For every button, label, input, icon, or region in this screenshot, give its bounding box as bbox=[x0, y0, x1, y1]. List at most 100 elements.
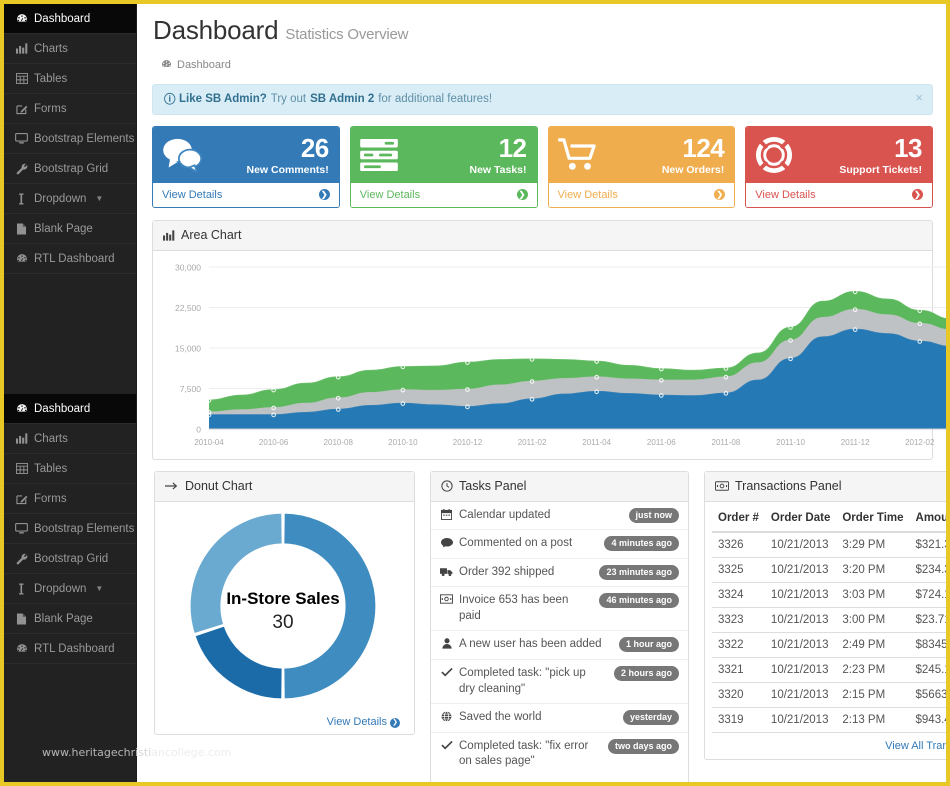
stat-panel-new-comments[interactable]: 26 New Comments! View Details ❯ bbox=[152, 125, 340, 208]
desktop-icon bbox=[15, 133, 28, 144]
stat-panel-body: 12 New Tasks! bbox=[350, 126, 537, 183]
svg-text:2011-02: 2011-02 bbox=[518, 438, 547, 447]
page-header: Dashboard Statistics Overview Dashboard bbox=[150, 4, 935, 84]
sidebar-item-label: Bootstrap Elements bbox=[34, 522, 135, 535]
sidebar-item-dropdown[interactable]: Dropdown ▼ bbox=[4, 574, 136, 604]
table-cell: 3:20 PM bbox=[836, 557, 910, 583]
table-row[interactable]: 332510/21/20133:20 PM$234.34 bbox=[712, 557, 946, 583]
sidebar-item-label: Blank Page bbox=[34, 222, 93, 235]
sidebar-item-label: Forms bbox=[34, 102, 67, 115]
sidebar-item-bootstrap-elements[interactable]: Bootstrap Elements bbox=[4, 124, 136, 154]
stat-panel-new-tasks[interactable]: 12 New Tasks! View Details ❯ bbox=[349, 125, 538, 208]
transactions-view-all-link[interactable]: View All Transactions❯ bbox=[705, 733, 946, 759]
task-time-badge: 2 hours ago bbox=[613, 665, 679, 681]
area-chart-panel-header: Area Chart bbox=[153, 220, 932, 251]
list-icon bbox=[15, 583, 28, 595]
sidebar-item-charts[interactable]: Charts bbox=[4, 424, 136, 454]
donut-chart-svg[interactable]: In-Store Sales 30 bbox=[161, 506, 406, 711]
table-row[interactable]: 332010/21/20132:15 PM$5663.54 bbox=[712, 682, 946, 708]
table-cell: 10/21/2013 bbox=[764, 682, 837, 708]
breadcrumb-label: Dashboard bbox=[177, 59, 231, 72]
sidebar-item-tables[interactable]: Tables bbox=[4, 454, 136, 484]
task-label: A new user has been added bbox=[459, 638, 602, 651]
sidebar-item-blank-page[interactable]: Blank Page bbox=[4, 214, 136, 244]
list-item[interactable]: Calendar updated just now bbox=[431, 502, 688, 531]
list-item[interactable]: Commented on a post 4 minutes ago bbox=[431, 530, 688, 559]
table-column-header: Amount (USD) bbox=[909, 504, 946, 533]
list-item[interactable]: Order 392 shipped 23 minutes ago bbox=[431, 559, 688, 588]
area-chart-svg[interactable]: 0 7,500 15,000 22,500 30,000 2010-04 2010-06 20… bbox=[157, 257, 946, 455]
sidebar-item-dashboard[interactable]: Dashboard bbox=[4, 4, 136, 34]
stat-panel-value-block: 13 Support Tickets! bbox=[801, 135, 922, 176]
list-item[interactable]: Completed task: "fix error on sales page… bbox=[431, 733, 688, 776]
dashboard-icon bbox=[15, 643, 28, 655]
close-icon[interactable]: × bbox=[915, 91, 923, 104]
table-cell: $724.17 bbox=[909, 582, 946, 608]
sidebar-item-label: Bootstrap Grid bbox=[34, 552, 109, 565]
check-icon bbox=[440, 739, 453, 750]
task-label: Order 392 shipped bbox=[459, 565, 555, 578]
svg-text:2012-02: 2012-02 bbox=[905, 438, 935, 447]
donut-column: Donut Chart In-Store Sales 30 View Detail… bbox=[152, 470, 417, 782]
stat-panel-count: 13 bbox=[894, 132, 922, 163]
stat-panel-footer[interactable]: View Details ❯ bbox=[153, 182, 339, 207]
sidebar-item-bootstrap-grid[interactable]: Bootstrap Grid bbox=[4, 544, 136, 574]
sidebar-item-bootstrap-elements[interactable]: Bootstrap Elements bbox=[4, 514, 136, 544]
table-row[interactable]: 332210/21/20132:49 PM$8345.23 bbox=[712, 632, 946, 658]
chevron-down-icon[interactable]: ▼ bbox=[95, 584, 103, 593]
check-icon bbox=[440, 666, 453, 677]
svg-text:30: 30 bbox=[272, 612, 293, 633]
edit-icon bbox=[15, 493, 28, 505]
stat-panel-footer[interactable]: View Details ❯ bbox=[548, 182, 735, 207]
svg-text:2011-08: 2011-08 bbox=[712, 438, 741, 447]
tasks-view-all-link[interactable]: View All Activity❯ bbox=[431, 776, 688, 782]
sidebar-item-rtl-dashboard[interactable]: RTL Dashboard bbox=[4, 244, 136, 274]
breadcrumb[interactable]: Dashboard bbox=[153, 59, 932, 72]
task-label: Commented on a post bbox=[459, 537, 573, 550]
sidebar-item-dropdown[interactable]: Dropdown ▼ bbox=[4, 184, 136, 214]
sidebar-item-tables[interactable]: Tables bbox=[4, 64, 136, 94]
table-row[interactable]: 332110/21/20132:23 PM$245.12 bbox=[712, 657, 946, 683]
transactions-table: Order #Order DateOrder TimeAmount (USD) … bbox=[712, 504, 946, 733]
sidebar-item-forms[interactable]: Forms bbox=[4, 94, 136, 124]
page-subtitle: Statistics Overview bbox=[285, 26, 409, 43]
money-icon bbox=[715, 481, 729, 492]
sidebar-item-charts[interactable]: Charts bbox=[4, 34, 136, 64]
table-row[interactable]: 331910/21/20132:13 PM$943.45 bbox=[712, 707, 946, 733]
donut-view-details-link[interactable]: View Details ❯ bbox=[161, 714, 408, 735]
sidebar-item-blank-page[interactable]: Blank Page bbox=[4, 604, 136, 634]
dashboard-icon bbox=[15, 13, 28, 25]
stat-panel-footer[interactable]: View Details ❯ bbox=[746, 182, 932, 207]
stat-panel-new-orders[interactable]: 124 New Orders! View Details ❯ bbox=[547, 125, 736, 208]
arrow-circle-icon: ❯ bbox=[516, 189, 528, 201]
table-cell: 10/21/2013 bbox=[764, 657, 837, 683]
sidebar-item-dashboard[interactable]: Dashboard bbox=[4, 394, 136, 424]
task-time-badge: 1 hour ago bbox=[618, 637, 679, 653]
table-row[interactable]: 332610/21/20133:29 PM$321.33 bbox=[712, 531, 946, 558]
stat-panel-support-tickets[interactable]: 13 Support Tickets! View Details ❯ bbox=[745, 125, 933, 208]
stat-panel-footer[interactable]: View Details ❯ bbox=[350, 182, 537, 207]
sidebar-item-rtl-dashboard[interactable]: RTL Dashboard bbox=[4, 634, 136, 664]
sidebar-item-forms[interactable]: Forms bbox=[4, 484, 136, 514]
app-window: Dashboard Charts Tables Forms Bootstrap Elem… bbox=[4, 4, 946, 782]
task-time-badge: 23 minutes ago bbox=[599, 564, 679, 580]
sidebar-item-bootstrap-grid[interactable]: Bootstrap Grid bbox=[4, 154, 136, 184]
table-row[interactable]: 332310/21/20133:00 PM$23.71 bbox=[712, 607, 946, 633]
sidebar-item-label: Charts bbox=[34, 432, 68, 445]
transactions-panel: Transactions Panel Order # Order Date Orde… bbox=[704, 470, 946, 760]
sidebar-item-label: Tables bbox=[34, 462, 68, 475]
svg-text:In-Store Sales: In-Store Sales bbox=[226, 589, 339, 608]
list-item[interactable]: Saved the world yesterday bbox=[431, 704, 688, 733]
donut-chart-panel-title: Donut Chart bbox=[185, 479, 253, 494]
stat-panel-body: 26 New Comments! bbox=[153, 126, 339, 183]
alert-strong[interactable]: SB Admin 2 bbox=[310, 93, 374, 105]
task-label: Calendar updated bbox=[459, 508, 551, 521]
task-time-badge: just now bbox=[628, 507, 679, 523]
sidebar-item-label: Tables bbox=[34, 72, 68, 85]
list-item[interactable]: A new user has been added 1 hour ago bbox=[431, 631, 688, 660]
list-item[interactable]: Completed task: "pick up dry cleaning" 2 … bbox=[431, 660, 688, 705]
chevron-down-icon[interactable]: ▼ bbox=[95, 194, 103, 203]
alert-mid: Try out bbox=[270, 93, 307, 106]
table-row[interactable]: 332410/21/20133:03 PM$724.17 bbox=[712, 582, 946, 608]
list-item[interactable]: Invoice 653 has been paid 46 minutes ago bbox=[431, 587, 688, 632]
